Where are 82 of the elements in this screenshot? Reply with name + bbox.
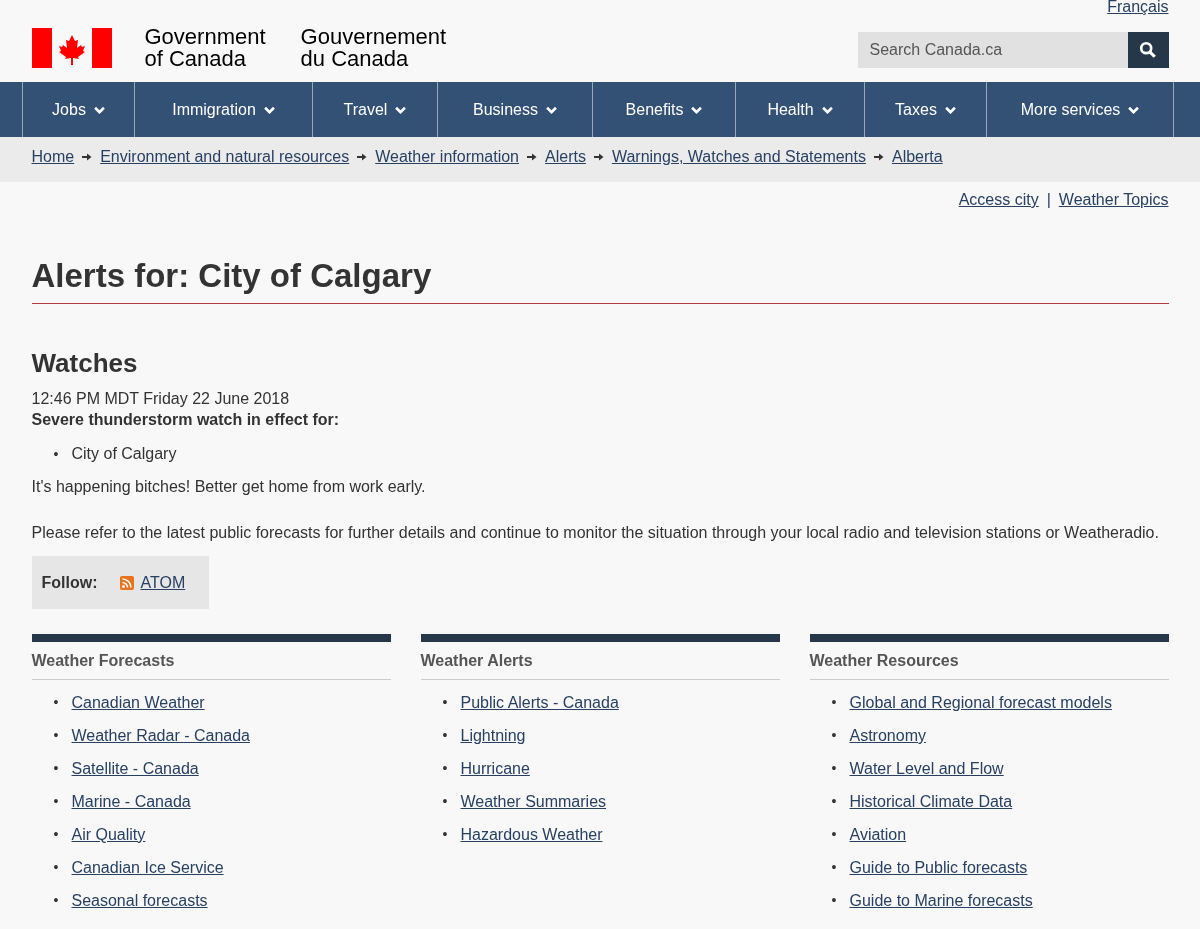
bullet: • — [831, 858, 838, 877]
column-heading: Weather Resources — [809, 642, 1169, 680]
resource-link[interactable]: Canadian Weather — [71, 686, 205, 719]
column-heading: Weather Alerts — [420, 642, 780, 680]
arrow-right-icon — [357, 153, 368, 161]
arrow-right-icon — [82, 153, 93, 161]
bullet: • — [53, 792, 60, 811]
bullet: • — [831, 891, 838, 910]
chevron-down-icon — [821, 105, 833, 114]
bullet: • — [53, 726, 60, 745]
bullet: • — [53, 693, 60, 712]
breadcrumb-link[interactable]: Weather information — [375, 148, 519, 166]
bullet: • — [442, 825, 449, 844]
resource-link[interactable]: Marine - Canada — [71, 785, 191, 818]
search-field[interactable]: Search Canada.ca — [857, 32, 1128, 68]
bullet: • — [442, 726, 449, 745]
breadcrumb-link[interactable]: Alerts — [545, 148, 586, 166]
chevron-down-icon — [691, 105, 703, 114]
breadcrumb-link[interactable]: Home — [31, 148, 75, 166]
flag-logo-icon — [31, 28, 112, 68]
bullet: • — [831, 726, 838, 745]
alert-text: It's happening bitches! Better get home from work early. — [31, 477, 427, 497]
resource-link[interactable]: Hazardous Weather — [460, 818, 603, 851]
resource-link[interactable]: Canadian Ice Service — [71, 851, 224, 884]
alert-lead: Severe thunderstorm watch in effect for: — [31, 410, 341, 430]
column-heading: Weather Forecasts — [31, 642, 391, 680]
chevron-down-icon — [944, 105, 956, 114]
resource-link[interactable]: Weather Radar - Canada — [71, 719, 250, 752]
menu-button[interactable]: More services — [986, 82, 1174, 137]
breadcrumb-link[interactable]: Warnings, Watches and Statements — [611, 148, 866, 166]
chevron-down-icon — [1128, 105, 1140, 114]
resource-link[interactable]: Seasonal forecasts — [71, 884, 208, 917]
feed-icon — [120, 575, 135, 590]
chevron-down-icon — [93, 105, 105, 114]
region-item: City of Calgary — [71, 444, 177, 464]
follow-label: Follow: — [41, 573, 98, 592]
resource-link[interactable]: Guide to Marine forecasts — [849, 884, 1033, 917]
chevron-down-icon — [545, 105, 557, 114]
resource-link[interactable]: Air Quality — [71, 818, 146, 851]
resource-link[interactable]: Global and Regional forecast models — [849, 686, 1112, 719]
signature-text: Government of Canada — [144, 26, 266, 70]
page-link[interactable]: Access city — [958, 191, 1039, 209]
resource-link[interactable]: Lightning — [460, 719, 526, 752]
resource-link[interactable]: Guide to Public forecasts — [849, 851, 1028, 884]
chevron-down-icon — [395, 105, 407, 114]
resource-link[interactable]: Aviation — [849, 818, 907, 851]
bullet: • — [53, 858, 60, 877]
bullet: • — [831, 759, 838, 778]
page-title: Alerts for: City of Calgary — [31, 257, 1169, 304]
page-link[interactable]: Weather Topics — [1058, 191, 1169, 209]
search-icon — [1139, 41, 1157, 59]
bullet: • — [831, 693, 838, 712]
bullet: • — [831, 825, 838, 844]
issued-time: 12:46 PM MDT Friday 22 June 2018 — [31, 389, 291, 409]
resource-link[interactable]: Satellite - Canada — [71, 752, 199, 785]
bullet: • — [831, 792, 838, 811]
chevron-down-icon — [263, 105, 275, 114]
arrow-right-icon — [873, 153, 884, 161]
bullet: • — [53, 759, 60, 778]
resource-link[interactable]: Public Alerts - Canada — [460, 686, 619, 719]
resource-link[interactable]: Weather Summaries — [460, 785, 607, 818]
arrow-right-icon — [527, 153, 537, 161]
breadcrumb-link[interactable]: Alberta — [891, 148, 943, 166]
breadcrumb-link[interactable]: Environment and natural resources — [100, 148, 350, 166]
bullet: • — [442, 792, 449, 811]
separator: | — [1046, 191, 1051, 209]
signature-text: Gouvernement du Canada — [300, 26, 447, 70]
bullet: • — [53, 825, 60, 844]
resource-link[interactable]: Hurricane — [460, 752, 530, 785]
language-link[interactable]: Français — [1107, 0, 1169, 14]
resource-link[interactable]: Astronomy — [849, 719, 926, 752]
arrow-right-icon — [593, 153, 604, 161]
bullet: • — [442, 693, 449, 712]
search-button[interactable] — [1127, 32, 1169, 68]
feed-link[interactable]: ATOM — [140, 573, 186, 592]
section-heading: Watches — [31, 348, 139, 379]
bullet: • — [53, 445, 60, 464]
alert-text: Please refer to the latest public forecasts for further details and continue to monitor the situation through your local radio and television stations or Weatheradio. — [31, 523, 1160, 543]
bullet: • — [53, 891, 60, 910]
bullet: • — [442, 759, 449, 778]
resource-link[interactable]: Historical Climate Data — [849, 785, 1013, 818]
resource-link[interactable]: Water Level and Flow — [849, 752, 1004, 785]
